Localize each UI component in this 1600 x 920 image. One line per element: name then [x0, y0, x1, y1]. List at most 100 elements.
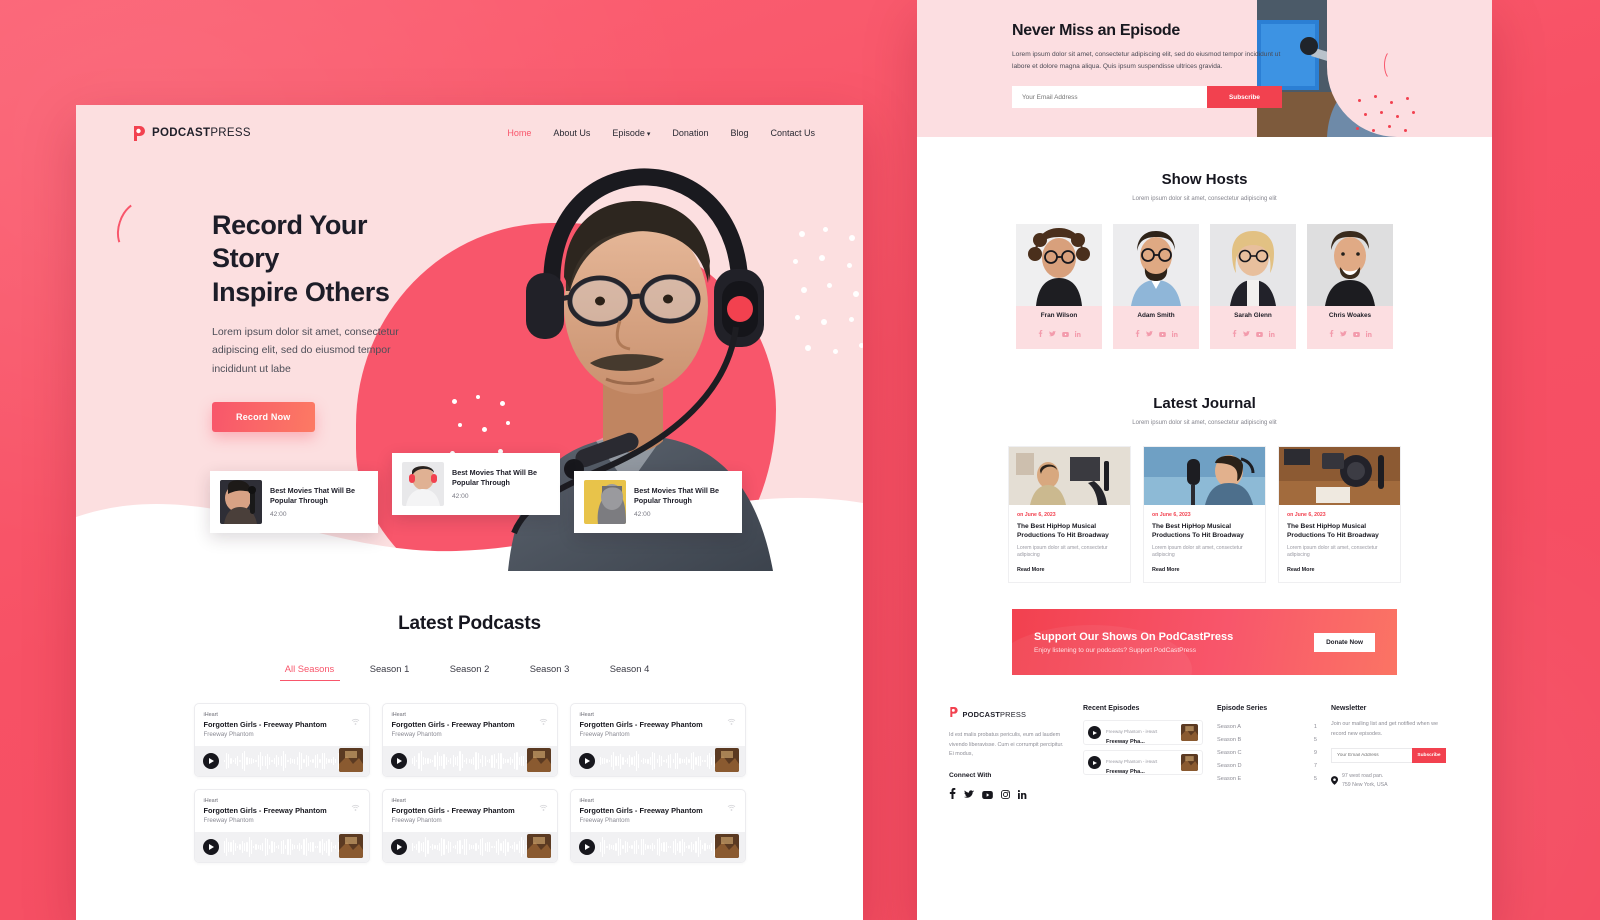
linkedin-icon[interactable]	[1017, 786, 1027, 804]
facebook-icon[interactable]	[1232, 324, 1237, 342]
podcast-card[interactable]: iHeart Forgotten Girls - Freeway Phantom F…	[193, 789, 370, 863]
episode-series-row[interactable]: Season A 1	[1217, 720, 1317, 733]
recent-episode-cover-art	[1181, 754, 1198, 771]
twitter-icon[interactable]	[1242, 324, 1250, 342]
play-icon[interactable]	[202, 753, 219, 769]
youtube-icon[interactable]	[1255, 324, 1263, 342]
tab-all-seasons[interactable]: All Seasons	[270, 659, 350, 681]
linkedin-icon[interactable]	[1268, 324, 1275, 342]
host-card[interactable]: Fran Wilson	[1016, 224, 1102, 349]
footer-newsletter-form: Subscribe	[1331, 748, 1446, 764]
donate-now-button[interactable]: Donate Now	[1314, 632, 1375, 652]
recent-episode-subtitle: Freeway Phantom - iHeart	[1106, 759, 1158, 764]
series-count: 5	[1313, 775, 1317, 782]
nav-item-home[interactable]: Home	[507, 128, 531, 138]
podcast-player[interactable]	[194, 746, 369, 776]
footer-brand-name: PODCASTPRESS	[962, 709, 1027, 719]
youtube-icon[interactable]	[982, 786, 993, 804]
facebook-icon[interactable]	[1038, 324, 1043, 342]
journal-card[interactable]: on June 6, 2023 The Best HipHop Musical P…	[1278, 446, 1401, 583]
tab-season-2[interactable]: Season 2	[430, 663, 510, 681]
instagram-icon[interactable]	[1001, 786, 1010, 804]
footer-brand-logo[interactable]: PODCASTPRESS	[949, 705, 1069, 723]
linkedin-icon[interactable]	[1365, 324, 1372, 342]
series-label: Season B	[1217, 736, 1242, 743]
nav-item-episode[interactable]: Episode ▾	[612, 128, 650, 138]
podcast-card[interactable]: iHeart Forgotten Girls - Freeway Phantom F…	[569, 703, 746, 777]
journal-excerpt: Lorem ipsum dolor sit amet, consectetur …	[1287, 544, 1378, 559]
episode-series-row[interactable]: Season B 5	[1217, 733, 1317, 746]
play-icon[interactable]	[202, 839, 219, 855]
podcast-player[interactable]	[194, 832, 369, 862]
play-icon[interactable]	[390, 753, 407, 769]
nav-item-donation[interactable]: Donation	[672, 128, 708, 138]
youtube-icon[interactable]	[1158, 324, 1166, 342]
podcast-brand: iHeart	[203, 798, 218, 804]
newsletter-email-input[interactable]	[1012, 86, 1207, 109]
podcast-player[interactable]	[382, 746, 557, 776]
episode-series-row[interactable]: Season E 5	[1217, 772, 1317, 785]
footer-subscribe-button[interactable]: Subscribe	[1412, 748, 1446, 764]
read-more-link[interactable]: Read More	[1287, 567, 1392, 573]
nav-item-contact-us[interactable]: Contact Us	[770, 128, 815, 138]
read-more-link[interactable]: Read More	[1017, 567, 1122, 573]
twitter-icon[interactable]	[964, 786, 974, 804]
episode-duration: 42:00	[270, 511, 287, 519]
newsletter-subscribe-button[interactable]: Subscribe	[1207, 86, 1282, 109]
linkedin-icon[interactable]	[1171, 324, 1178, 342]
left-page-mockup: PODCASTPRESS Home About Us Episode ▾ Dona…	[76, 105, 863, 920]
youtube-icon[interactable]	[1352, 324, 1360, 342]
brand-logo[interactable]: PODCASTPRESS	[132, 125, 251, 142]
podcast-card[interactable]: iHeart Forgotten Girls - Freeway Phantom F…	[193, 703, 370, 777]
journal-body: on June 6, 2023 The Best HipHop Musical P…	[1279, 505, 1400, 582]
series-label: Season A	[1217, 723, 1241, 730]
podcast-player[interactable]	[570, 746, 745, 776]
linkedin-icon[interactable]	[1074, 324, 1081, 342]
footer-newsletter-heading: Newsletter	[1331, 705, 1367, 712]
footer-email-input[interactable]	[1331, 748, 1412, 764]
podcast-brand: iHeart	[579, 798, 594, 804]
podcast-card[interactable]: iHeart Forgotten Girls - Freeway Phantom F…	[381, 703, 558, 777]
tab-season-4[interactable]: Season 4	[590, 663, 670, 681]
facebook-icon[interactable]	[1135, 324, 1140, 342]
nav-item-about-us[interactable]: About Us	[553, 128, 590, 138]
episode-mini-card[interactable]: Best Movies That Will Be Popular Through…	[210, 471, 378, 533]
facebook-icon[interactable]	[949, 786, 956, 804]
youtube-icon[interactable]	[1061, 324, 1069, 342]
host-card[interactable]: Chris Woakes	[1307, 224, 1393, 349]
podcast-card[interactable]: iHeart Forgotten Girls - Freeway Phantom F…	[381, 789, 558, 863]
recent-episode-item[interactable]: Freeway Phantom - iHeart Freeway Pha...	[1083, 750, 1203, 775]
address-line-2: 759 New York, USA	[1342, 782, 1388, 789]
host-info: Fran Wilson	[1016, 306, 1102, 349]
nav-item-blog[interactable]: Blog	[730, 128, 748, 138]
podcast-player[interactable]	[570, 832, 745, 862]
play-icon[interactable]	[1088, 726, 1101, 739]
episode-mini-card[interactable]: Best Movies That Will Be Popular Through…	[392, 453, 560, 515]
episode-series-row[interactable]: Season D 7	[1217, 759, 1317, 772]
podcast-brand: iHeart	[391, 712, 406, 718]
facebook-icon[interactable]	[1329, 324, 1334, 342]
record-now-button[interactable]: Record Now	[212, 401, 315, 432]
play-icon[interactable]	[578, 753, 595, 769]
tab-season-3[interactable]: Season 3	[510, 663, 590, 681]
podcast-artist: Freeway Phantom	[391, 731, 442, 738]
journal-card[interactable]: on June 6, 2023 The Best HipHop Musical P…	[1143, 446, 1266, 583]
play-icon[interactable]	[1088, 756, 1101, 769]
twitter-icon[interactable]	[1145, 324, 1153, 342]
podcast-player[interactable]	[382, 832, 557, 862]
play-icon[interactable]	[390, 839, 407, 855]
twitter-icon[interactable]	[1339, 324, 1347, 342]
tab-season-1[interactable]: Season 1	[350, 663, 430, 681]
host-card[interactable]: Sarah Glenn	[1210, 224, 1296, 349]
host-card[interactable]: Adam Smith	[1113, 224, 1199, 349]
series-count: 7	[1313, 762, 1317, 769]
podcast-card[interactable]: iHeart Forgotten Girls - Freeway Phantom F…	[569, 789, 746, 863]
episode-mini-card[interactable]: Best Movies That Will Be Popular Through…	[574, 471, 742, 533]
read-more-link[interactable]: Read More	[1152, 567, 1257, 573]
twitter-icon[interactable]	[1048, 324, 1056, 342]
episode-series-row[interactable]: Season C 9	[1217, 746, 1317, 759]
play-icon[interactable]	[578, 839, 595, 855]
episode-thumbnail	[402, 462, 444, 506]
journal-card[interactable]: on June 6, 2023 The Best HipHop Musical P…	[1008, 446, 1131, 583]
recent-episode-item[interactable]: Freeway Phantom - iHeart Freeway Pha...	[1083, 720, 1203, 745]
